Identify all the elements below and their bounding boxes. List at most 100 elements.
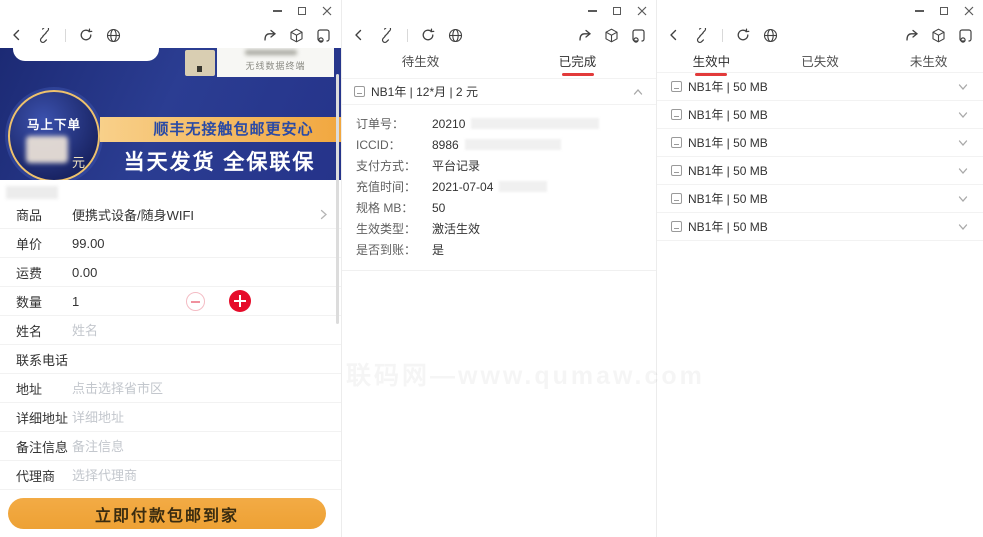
tab-active[interactable]: 生效中 [657, 48, 766, 76]
floating-window-icon[interactable] [958, 28, 973, 43]
chevron-down-icon [958, 111, 968, 118]
cube-icon[interactable] [604, 28, 619, 43]
card-list-item[interactable]: NB1年 | 50 MB [657, 213, 983, 241]
order-card-header[interactable]: NB1年 | 12*月 | 2 元 [342, 78, 656, 105]
globe-icon[interactable] [448, 28, 463, 43]
form-row-address-detail[interactable]: 详细地址 [0, 403, 341, 432]
remark-input[interactable] [72, 438, 325, 454]
card-icon [671, 165, 682, 176]
card-list-item[interactable]: NB1年 | 50 MB [657, 157, 983, 185]
maximize-button[interactable] [611, 5, 623, 17]
minimize-button[interactable] [913, 5, 925, 17]
scrollbar[interactable] [336, 74, 339, 324]
close-button[interactable] [321, 5, 333, 17]
order-card-icon [354, 86, 365, 97]
name-input[interactable] [72, 322, 325, 338]
form-row-phone[interactable]: 联系电话 [0, 345, 341, 374]
detail-row-recharge-time: 充值时间： 2021-07-04 [342, 176, 656, 197]
address-detail-input[interactable] [72, 409, 325, 425]
card-icon [671, 81, 682, 92]
chevron-down-icon [958, 83, 968, 90]
back-icon[interactable] [667, 28, 681, 42]
form-row-name[interactable]: 姓名 [0, 316, 341, 345]
detail-row-order-no: 订单号： 20210 [342, 113, 656, 134]
form-row-address[interactable]: 地址 [0, 374, 341, 403]
refresh-icon[interactable] [79, 28, 93, 42]
globe-icon[interactable] [106, 28, 121, 43]
chevron-up-icon [633, 88, 643, 95]
shop-page: 无线数据终端 马上下单 元 顺丰无接触包邮更安心 当天发货 全保联保 商品 便携… [0, 48, 341, 537]
card-list-item[interactable]: NB1年 | 50 MB [657, 185, 983, 213]
form-row-price: 单价 99.00 [0, 229, 341, 258]
floating-window-icon[interactable] [631, 28, 646, 43]
chevron-down-icon [958, 167, 968, 174]
titlebar [342, 0, 656, 22]
desktop: 无线数据终端 马上下单 元 顺丰无接触包邮更安心 当天发货 全保联保 商品 便携… [0, 0, 983, 537]
back-icon[interactable] [352, 28, 366, 42]
back-icon[interactable] [10, 28, 24, 42]
agent-input[interactable] [72, 467, 325, 483]
card-list-item[interactable]: NB1年 | 50 MB [657, 129, 983, 157]
card-list-item[interactable]: NB1年 | 50 MB [657, 73, 983, 101]
product-photo [185, 50, 215, 76]
card-list-item[interactable]: NB1年 | 50 MB [657, 101, 983, 129]
product-photo-card: 无线数据终端 [217, 48, 334, 77]
card-icon [671, 109, 682, 120]
banner-ribbon: 顺丰无接触包邮更安心 [100, 117, 341, 142]
cube-icon[interactable] [931, 28, 946, 43]
window-shop: 无线数据终端 马上下单 元 顺丰无接触包邮更安心 当天发货 全保联保 商品 便携… [0, 0, 341, 537]
form-row-product[interactable]: 商品 便携式设备/随身WIFI [0, 200, 341, 229]
chevron-right-icon [320, 209, 327, 220]
link-icon[interactable] [37, 27, 52, 43]
card-list: NB1年 | 50 MB NB1年 | 50 MB NB1年 | 50 MB N… [657, 72, 983, 241]
quantity-plus-button[interactable] [229, 290, 251, 312]
detail-row-spec: 规格 MB： 50 [356, 200, 446, 216]
tab-completed[interactable]: 已完成 [499, 48, 656, 76]
order-now-badge: 马上下单 元 [8, 90, 100, 180]
toolbar [657, 22, 983, 48]
minimize-button[interactable] [271, 5, 283, 17]
order-title: NB1年 | 12*月 | 2 元 [371, 85, 478, 99]
card-icon [671, 221, 682, 232]
link-icon[interactable] [379, 27, 394, 43]
share-icon[interactable] [904, 28, 919, 43]
page-tab-shape [13, 48, 159, 61]
tab-expired[interactable]: 已失效 [766, 48, 875, 72]
maximize-button[interactable] [296, 5, 308, 17]
refresh-icon[interactable] [421, 28, 435, 42]
orders-page: 待生效 已完成 NB1年 | 12*月 | 2 元 订单号： 20210 ICC… [342, 48, 656, 537]
censored-iccid [464, 139, 561, 150]
pay-button[interactable]: 立即付款包邮到家 [8, 498, 326, 529]
cube-icon[interactable] [289, 28, 304, 43]
maximize-button[interactable] [938, 5, 950, 17]
chevron-down-icon [958, 223, 968, 230]
form-row-agent[interactable]: 代理商 [0, 461, 341, 490]
quantity-minus-button[interactable] [186, 292, 205, 311]
quantity-value: 1 [72, 293, 80, 309]
phone-input[interactable] [72, 351, 325, 367]
close-button[interactable] [636, 5, 648, 17]
link-icon[interactable] [694, 27, 709, 43]
card-icon [671, 137, 682, 148]
tab-pending[interactable]: 待生效 [342, 48, 499, 72]
toolbar [342, 22, 656, 48]
refresh-icon[interactable] [736, 28, 750, 42]
toolbar-separator [65, 28, 66, 42]
share-icon[interactable] [577, 28, 592, 43]
globe-icon[interactable] [763, 28, 778, 43]
minimize-button[interactable] [586, 5, 598, 17]
detail-row-pay-method: 支付方式： 平台记录 [356, 159, 481, 173]
address-input[interactable] [72, 380, 325, 396]
close-button[interactable] [963, 5, 975, 17]
form-row-remark[interactable]: 备注信息 [0, 432, 341, 461]
form-row-quantity: 数量 1 [0, 287, 341, 316]
active-tab-underline [695, 73, 728, 76]
promo-banner: 无线数据终端 马上下单 元 顺丰无接触包邮更安心 当天发货 全保联保 [0, 48, 341, 180]
censored-time [499, 181, 548, 192]
card-status-tabs: 生效中 已失效 未生效 [657, 48, 983, 76]
detail-row-iccid: ICCID： 8986 [342, 134, 656, 155]
share-icon[interactable] [262, 28, 277, 43]
floating-window-icon[interactable] [316, 28, 331, 43]
tab-inactive[interactable]: 未生效 [874, 48, 983, 72]
card-icon [671, 193, 682, 204]
